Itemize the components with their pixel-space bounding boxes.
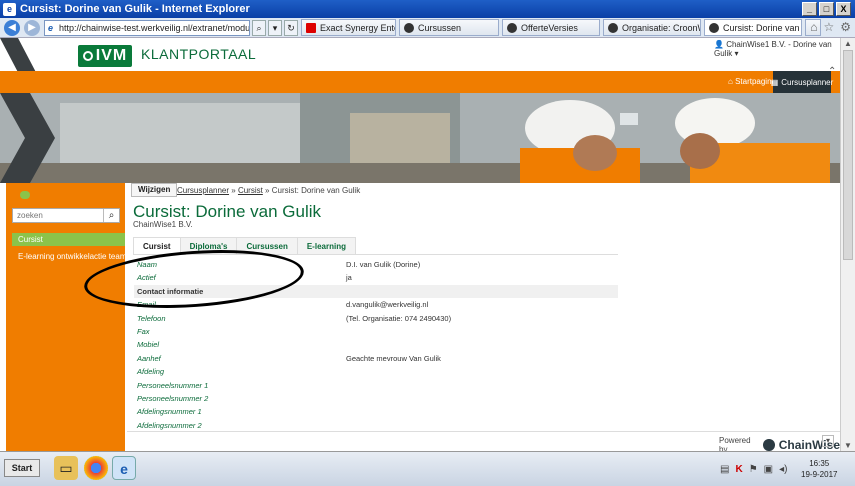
window-titlebar: e Cursist: Dorine van Gulik - Internet E… <box>0 0 855 18</box>
web-page: IVM KLANTPORTAAL 👤 ChainWise1 B.V. - Dor… <box>0 38 840 451</box>
table-row: Fax <box>137 326 150 336</box>
browser-toolbar: ◀ ▶ http://chainwise-test.werkveilig.nl/… <box>0 18 855 38</box>
ie-icon[interactable]: e <box>112 456 136 480</box>
chainwise-favicon-icon <box>608 22 618 33</box>
back-icon[interactable]: ◀ <box>4 19 20 36</box>
page-footer: Powered by ChainWise ▾ <box>127 431 840 451</box>
folder-icon[interactable]: ▭ <box>54 456 78 480</box>
browser-tab-cursussen[interactable]: Cursussen <box>399 19 499 36</box>
settings-gear-icon[interactable]: ⚙ <box>840 20 851 34</box>
k-app-icon[interactable]: K <box>735 464 742 475</box>
dropdown-icon[interactable]: ▾ <box>268 19 282 36</box>
exact-favicon-icon <box>306 22 316 33</box>
sidebar-toggle[interactable] <box>20 191 30 199</box>
edit-button[interactable]: Wijzigen <box>131 183 178 197</box>
system-tray: ▤ K ⚑ ▣ ◂) <box>720 456 787 482</box>
browser-tab-cursist[interactable]: Cursist: Dorine van ... × <box>704 19 802 36</box>
window-title: Cursist: Dorine van Gulik - Internet Exp… <box>20 3 250 15</box>
portal-title: KLANTPORTAAL <box>141 46 257 62</box>
home-icon: ⌂ <box>728 77 736 86</box>
refresh-icon[interactable]: ↻ <box>284 19 298 36</box>
table-row: Personeelsnummer 2 <box>137 393 209 403</box>
browser-tab-offerteversies[interactable]: OfferteVersies <box>502 19 600 36</box>
chevron-down-icon: ▾ <box>734 49 739 58</box>
table-row: Mobiel <box>137 340 160 350</box>
page-title: Cursist: Dorine van Gulik <box>133 202 322 221</box>
page-scrollbar[interactable]: ▲ ▼ <box>840 38 855 451</box>
hero-banner-image <box>0 93 840 183</box>
sidebar: ⌕ Cursist E-learning ontwikkelactie team <box>6 183 127 451</box>
breadcrumb-cursist[interactable]: Cursist <box>238 186 263 195</box>
main-content: Wijzigen Cursusplanner » Cursist » Cursi… <box>127 183 840 451</box>
chainwise-logo-icon <box>763 439 775 451</box>
chevron-down-icon[interactable]: ▾ <box>822 435 834 447</box>
home-icon[interactable]: ⌂ <box>810 20 817 34</box>
address-bar[interactable]: http://chainwise-test.werkveilig.nl/extr… <box>44 19 250 36</box>
volume-icon[interactable]: ◂) <box>779 464 787 475</box>
start-button[interactable]: Start <box>4 459 40 477</box>
table-row: Afdelingsnummer 1 <box>137 407 202 417</box>
sidebar-item-cursist[interactable]: Cursist <box>12 233 125 246</box>
forward-icon[interactable]: ▶ <box>24 19 40 36</box>
flag-icon[interactable]: ⚑ <box>749 464 758 475</box>
clock[interactable]: 16:35 19-9-2017 <box>801 458 837 480</box>
table-row: Personeelsnummer 1 <box>137 380 209 390</box>
search-icon[interactable]: ⌕ <box>252 19 266 36</box>
search-input[interactable] <box>13 209 103 222</box>
monitor-icon[interactable]: ▣ <box>764 464 773 475</box>
browser-tab-exact[interactable]: Exact Synergy Enterpris... <box>301 19 396 36</box>
breadcrumb: Cursusplanner » Cursist » Cursist: Dorin… <box>177 186 361 195</box>
minimize-button[interactable]: _ <box>802 2 817 16</box>
table-row: Afdeling <box>137 367 165 377</box>
ie-icon: e <box>3 2 16 16</box>
user-icon: 👤 <box>714 40 727 49</box>
tab-elearning[interactable]: E-learning <box>296 237 356 255</box>
nav-cursusplanner[interactable]: ▦ Cursusplanner <box>770 71 833 93</box>
maximize-button[interactable]: □ <box>819 2 834 16</box>
ivm-logo[interactable]: IVM <box>78 45 132 67</box>
taskbar: Start ▭ e ▤ K ⚑ ▣ ◂) 16:35 19-9-2017 <box>0 451 855 486</box>
chrome-icon[interactable] <box>84 456 108 480</box>
scroll-down-icon[interactable]: ▼ <box>844 441 852 450</box>
sidebar-item-elearning[interactable]: E-learning ontwikkelactie team <box>18 252 127 261</box>
table-row: Aanhef Geachte mevrouw Van Gulik <box>137 353 441 363</box>
scroll-up-icon[interactable]: ▲ <box>844 39 852 48</box>
user-menu[interactable]: 👤 ChainWise1 B.V. - Dorine van Gulik ▾ <box>714 40 840 58</box>
breadcrumb-current: Cursist: Dorine van Gulik <box>271 186 361 195</box>
breadcrumb-cursusplanner[interactable]: Cursusplanner <box>177 186 229 195</box>
printer-icon[interactable]: ▤ <box>720 464 729 475</box>
browser-tab-organisatie[interactable]: Organisatie: CroonWolt... <box>603 19 701 36</box>
search-box: ⌕ <box>12 208 120 223</box>
scrollbar-thumb[interactable] <box>843 50 853 260</box>
main-nav-bar <box>0 71 840 93</box>
calendar-icon: ▦ <box>770 77 779 87</box>
table-row: Telefoon (Tel. Organisatie: 074 2490430) <box>137 313 452 323</box>
close-window-button[interactable]: X <box>836 2 851 16</box>
chainwise-favicon-icon <box>709 22 719 33</box>
chainwise-favicon-icon <box>404 22 414 33</box>
chainwise-favicon-icon <box>507 22 517 33</box>
company-name: ChainWise1 B.V. <box>133 220 193 229</box>
search-icon[interactable]: ⌕ <box>103 209 119 222</box>
nav-startpagina[interactable]: ⌂ Startpagina <box>728 77 776 86</box>
favorites-star-icon[interactable]: ☆ <box>823 20 834 34</box>
